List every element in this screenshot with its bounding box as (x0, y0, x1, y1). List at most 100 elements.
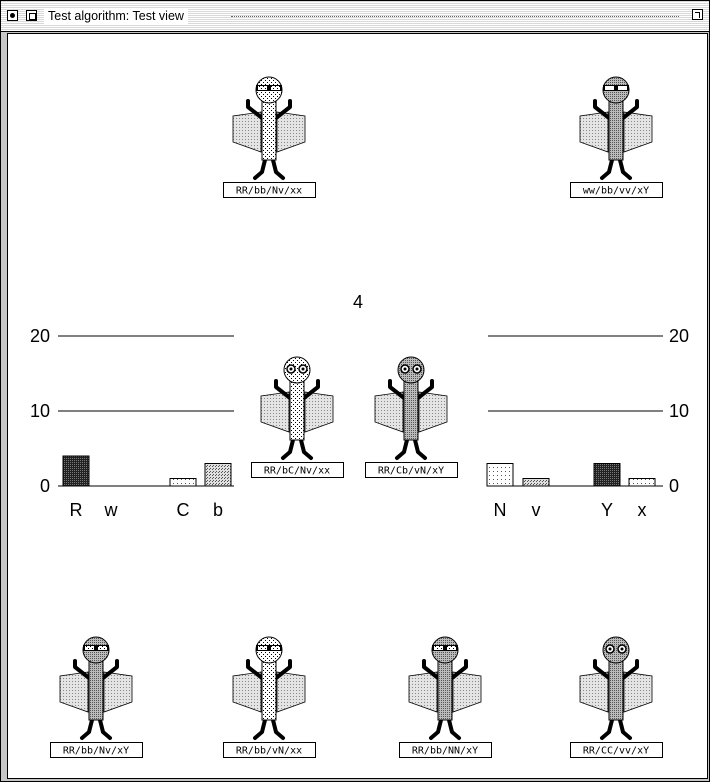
x-category-label: Y (601, 500, 613, 520)
left-leg (429, 718, 443, 740)
x-category-label: R (70, 500, 83, 520)
bar-C (169, 478, 197, 487)
window-title: Test algorithm: Test view (44, 9, 188, 24)
x-category-label: w (104, 500, 119, 520)
creature[interactable]: RR/CC/vv/xY (570, 636, 663, 758)
left-pupil (608, 647, 612, 651)
creature-body (289, 379, 305, 441)
allele-chart-left: 0 10 20 R w Cb (30, 326, 234, 520)
y-tick-label: 10 (669, 401, 689, 421)
right-leg (618, 718, 632, 740)
bar-R (62, 455, 90, 487)
generation-counter: 4 (353, 292, 363, 312)
left-eye-icon (258, 86, 267, 90)
creatures-layer: RR/bb/Nv/xx ww/bb/vv/xY RR/bC/Nv/xx RR/Cb/v… (50, 76, 663, 758)
left-pupil (289, 367, 293, 371)
y-tick-label: 20 (669, 326, 689, 346)
right-wing (276, 111, 306, 153)
left-eye-icon (258, 646, 267, 650)
right-wing (276, 671, 306, 713)
right-eye-icon (98, 646, 107, 650)
left-leg (600, 158, 614, 180)
y-tick-label: 20 (30, 326, 50, 346)
left-leg (600, 718, 614, 740)
collapse-box-icon[interactable] (692, 9, 703, 20)
right-pupil (620, 647, 624, 651)
genotype-label: RR/bb/Nv/xx (236, 186, 302, 197)
genotype-label: ww/bb/vv/xY (583, 186, 649, 197)
right-leg (413, 438, 427, 460)
x-category-label: x (638, 500, 647, 520)
x-category-label: N (494, 500, 507, 520)
right-eye-icon (271, 86, 280, 90)
allele-chart-right: 0 10 20 N v Yx (486, 326, 689, 520)
right-wing (103, 671, 133, 713)
scene: RR/bb/Nv/xx ww/bb/vv/xY RR/bC/Nv/xx RR/Cb/v… (30, 76, 689, 758)
creature[interactable]: RR/bC/Nv/xx (251, 356, 344, 478)
right-pupil (301, 367, 305, 371)
x-category-label: v (532, 500, 541, 520)
creature-body (403, 379, 419, 441)
genotype-label: RR/CC/vv/xY (583, 746, 649, 757)
left-eye-icon (434, 646, 443, 650)
left-leg (253, 718, 267, 740)
left-wing (579, 671, 609, 713)
title-bar-texture (231, 16, 679, 17)
left-wing (579, 111, 609, 153)
left-leg (395, 438, 409, 460)
creature[interactable]: RR/bb/vN/xx (223, 636, 316, 758)
left-wing (374, 391, 404, 433)
test-view-canvas: RR/bb/Nv/xx ww/bb/vv/xY RR/bC/Nv/xx RR/Cb/v… (7, 33, 708, 779)
close-box-icon[interactable] (7, 10, 18, 21)
right-wing (418, 391, 448, 433)
creature[interactable]: RR/bb/Nv/xx (223, 76, 316, 198)
creature[interactable]: RR/bb/NN/xY (399, 636, 492, 758)
y-tick-label: 10 (30, 401, 50, 421)
bar-v (522, 478, 550, 487)
left-leg (281, 438, 295, 460)
left-wing (232, 111, 262, 153)
right-leg (271, 718, 285, 740)
left-wing (408, 671, 438, 713)
genotype-label: RR/bC/Nv/xx (264, 466, 330, 477)
creature-body (437, 659, 453, 721)
right-wing (623, 111, 653, 153)
bar-x (628, 478, 656, 487)
left-pupil (403, 367, 407, 371)
creature[interactable]: RR/bb/Nv/xY (50, 636, 143, 758)
creature-body (261, 99, 277, 161)
creature-body (608, 99, 624, 161)
right-wing (452, 671, 482, 713)
creature[interactable]: ww/bb/vv/xY (570, 76, 663, 198)
app-window: Test algorithm: Test view RR/bb/Nv/xx ww… (0, 0, 710, 782)
x-category-label: C (177, 500, 190, 520)
creature-body (88, 659, 104, 721)
right-leg (447, 718, 461, 740)
right-leg (271, 158, 285, 180)
left-eye-icon (605, 86, 614, 90)
bar-N (486, 463, 514, 487)
left-leg (80, 718, 94, 740)
creature[interactable]: RR/Cb/vN/xY (365, 356, 458, 478)
left-wing (260, 391, 290, 433)
left-wing (59, 671, 89, 713)
genotype-label: RR/bb/Nv/xY (63, 746, 129, 757)
right-wing (304, 391, 334, 433)
left-wing (232, 671, 262, 713)
right-leg (98, 718, 112, 740)
title-bar[interactable]: Test algorithm: Test view (1, 1, 709, 32)
x-category-label: b (213, 500, 223, 520)
creature-body (261, 659, 277, 721)
bar-b (204, 463, 232, 487)
right-eye-icon (447, 646, 456, 650)
creature-body (608, 659, 624, 721)
right-leg (618, 158, 632, 180)
genotype-label: RR/bb/vN/xx (236, 746, 302, 757)
genotype-label: RR/Cb/vN/xY (378, 466, 444, 477)
window-menu-icon[interactable] (26, 10, 37, 21)
left-leg (253, 158, 267, 180)
left-eye-icon (85, 646, 94, 650)
right-leg (299, 438, 313, 460)
bar-Y (593, 463, 621, 487)
genotype-label: RR/bb/NN/xY (412, 746, 478, 757)
